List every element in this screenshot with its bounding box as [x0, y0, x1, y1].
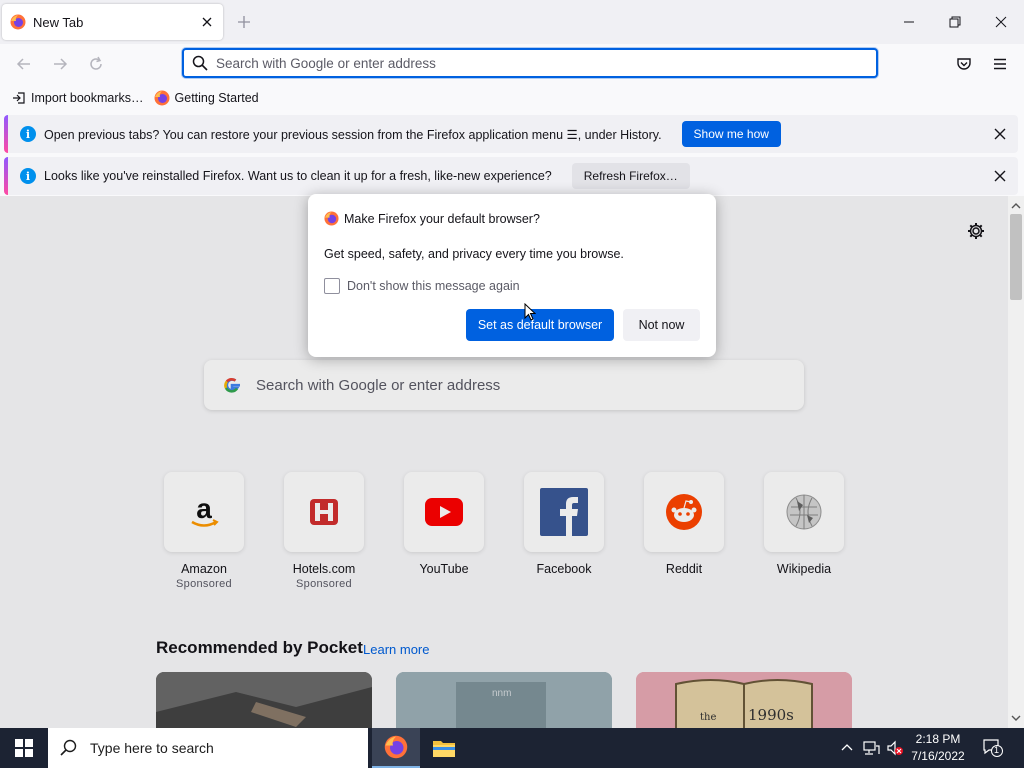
file-explorer-icon[interactable] [420, 728, 468, 768]
dialog-header: Make Firefox your default browser? [324, 211, 540, 226]
tab-title: New Tab [33, 14, 84, 30]
restore-session-infobar: i Open previous tabs? You can restore yo… [4, 115, 1018, 153]
windows-start-icon[interactable] [0, 728, 48, 768]
bookmarks-toolbar: Import bookmarks… Getting Started [0, 84, 1024, 112]
bookmark-import[interactable]: Import bookmarks… [12, 91, 144, 105]
bookmark-label: Getting Started [174, 91, 259, 105]
info-icon: i [20, 168, 36, 184]
not-now-button[interactable]: Not now [623, 309, 700, 341]
bookmark-label: Import bookmarks… [31, 91, 144, 105]
firefox-icon [324, 211, 339, 226]
taskbar-firefox-icon[interactable] [372, 728, 420, 768]
checkbox-box[interactable] [324, 278, 340, 294]
refresh-firefox-infobar: i Looks like you've reinstalled Firefox.… [4, 157, 1018, 195]
taskbar-search-box[interactable]: Type here to search [48, 728, 368, 768]
dialog-title: Make Firefox your default browser? [344, 211, 540, 226]
notification-count: 1 [994, 745, 1000, 755]
firefox-icon [10, 14, 26, 30]
url-bar[interactable] [182, 48, 878, 78]
mouse-cursor-icon [524, 303, 536, 322]
clock-time: 2:18 PM [915, 732, 961, 746]
chevron-up-icon[interactable] [840, 740, 858, 756]
infobar-stripe [4, 157, 8, 195]
system-clock[interactable]: 2:18 PM 7/16/2022 [902, 731, 974, 765]
set-default-browser-button[interactable]: Set as default browser [466, 309, 614, 341]
tab-new-tab[interactable]: New Tab [2, 4, 223, 40]
nav-bar [0, 44, 1024, 84]
default-browser-dialog: Make Firefox your default browser? Get s… [308, 194, 716, 357]
close-window-icon[interactable] [986, 8, 1016, 36]
bookmark-getting-started[interactable]: Getting Started [154, 90, 259, 106]
hamburger-menu-icon[interactable] [990, 54, 1010, 74]
dont-show-again-checkbox[interactable]: Don't show this message again [324, 278, 520, 294]
show-me-how-button[interactable]: Show me how [681, 121, 781, 147]
close-tab-icon[interactable] [199, 14, 215, 30]
close-infobar-icon[interactable] [992, 168, 1008, 184]
firefox-icon [154, 90, 170, 106]
search-icon [60, 739, 78, 757]
scrollbar-thumb[interactable] [1010, 214, 1022, 300]
network-icon[interactable] [862, 740, 880, 756]
infobar-message: Looks like you've reinstalled Firefox. W… [44, 169, 552, 183]
pocket-icon[interactable] [954, 54, 974, 74]
restore-icon[interactable] [940, 8, 970, 36]
dialog-body: Get speed, safety, and privacy every tim… [324, 247, 624, 261]
reload-icon[interactable] [86, 54, 106, 74]
checkbox-label: Don't show this message again [347, 279, 520, 293]
url-input[interactable] [216, 55, 816, 71]
taskbar-search-placeholder: Type here to search [90, 740, 214, 756]
back-arrow-icon[interactable] [14, 54, 34, 74]
notification-center-icon[interactable]: 1 [982, 738, 1004, 758]
new-tab-plus-icon[interactable] [235, 13, 253, 31]
forward-arrow-icon[interactable] [50, 54, 70, 74]
info-icon: i [20, 126, 36, 142]
infobar-stripe [4, 115, 8, 153]
refresh-firefox-button[interactable]: Refresh Firefox… [571, 163, 690, 189]
title-bar: New Tab [0, 0, 1024, 44]
close-infobar-icon[interactable] [992, 126, 1008, 142]
infobar-message: Open previous tabs? You can restore your… [44, 127, 662, 142]
clock-date: 7/16/2022 [911, 749, 965, 763]
import-icon [12, 91, 26, 105]
minimize-icon[interactable] [894, 8, 924, 36]
windows-taskbar: Type here to search 2:18 PM 7/16/2022 1 [0, 728, 1024, 768]
search-icon [192, 55, 208, 71]
